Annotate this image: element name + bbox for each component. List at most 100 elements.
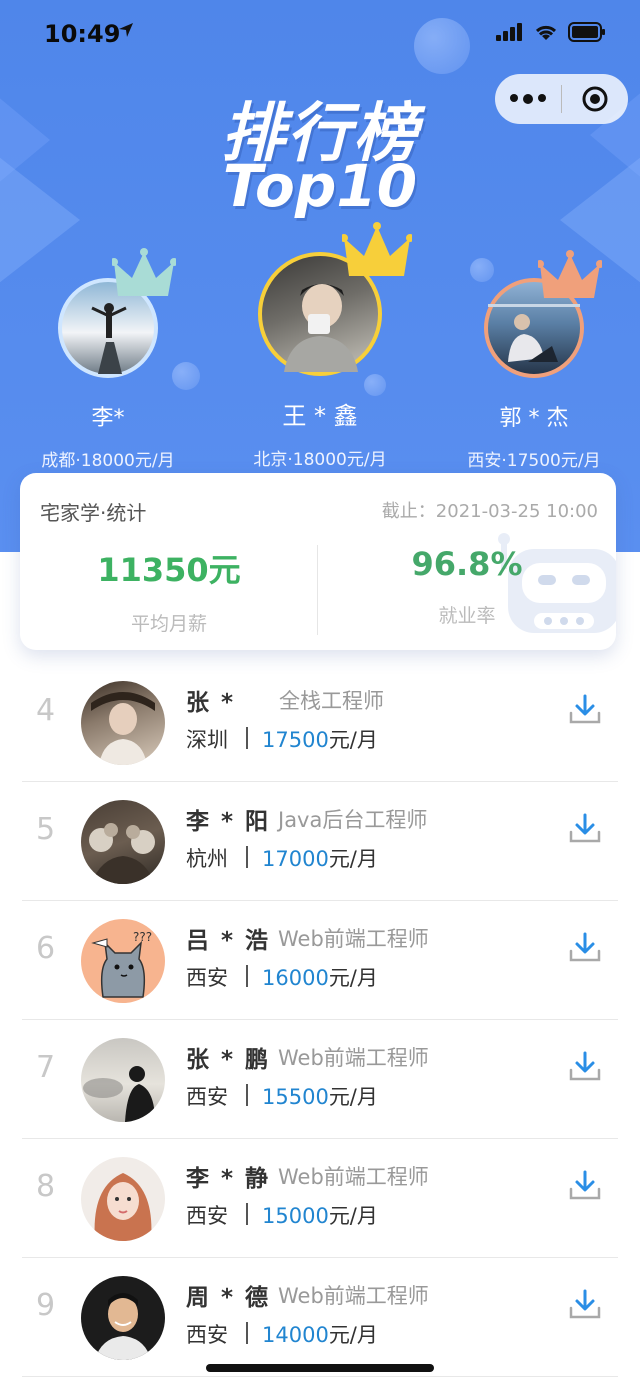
download-button[interactable] <box>568 1169 602 1207</box>
salary-unit: 元/月 <box>328 728 378 752</box>
salary-unit: 元/月 <box>328 1323 378 1347</box>
avatar <box>81 1276 165 1360</box>
download-icon <box>569 694 601 724</box>
list-item[interactable]: 4 张 * 全栈工程师 深圳 17500元/月 <box>22 663 618 782</box>
salary-value: 16000 <box>262 966 329 990</box>
download-button[interactable] <box>568 1050 602 1088</box>
city: 杭州 <box>186 847 228 871</box>
rank-number: 8 <box>36 1169 56 1204</box>
avg-salary-label: 平均月薪 <box>130 613 207 635</box>
rank-number: 6 <box>36 931 56 966</box>
podium-info: 成都·18000元/月 <box>41 451 175 471</box>
download-icon <box>569 932 601 962</box>
divider-bar <box>246 846 248 868</box>
city: 西安 <box>186 1204 228 1228</box>
divider-bar <box>246 965 248 987</box>
salary-value: 17000 <box>262 847 329 871</box>
avg-salary-stat: 11350元 平均月薪 <box>20 545 318 636</box>
salary-value: 17500 <box>262 728 329 752</box>
location-arrow-icon <box>118 22 134 42</box>
podium-second[interactable]: 李* 成都·18000元/月 <box>28 248 188 471</box>
download-button[interactable] <box>568 693 602 731</box>
podium-info: 北京·18000元/月 <box>253 450 387 470</box>
podium-name: 李* <box>91 406 125 431</box>
download-icon <box>569 1289 601 1319</box>
job-title: Web前端工程师 <box>278 1284 429 1308</box>
job-title: Web前端工程师 <box>278 1046 429 1070</box>
status-bar: 10:49 <box>0 0 640 70</box>
podium-third[interactable]: 郭 * 杰 西安·17500元/月 <box>454 250 614 471</box>
city: 西安 <box>186 1323 228 1347</box>
salary-unit: 元/月 <box>328 1085 378 1109</box>
ranking-header: 10:49 排行榜 Top10 李* 成都·18000元/月 王 * 鑫 北京·… <box>0 0 640 552</box>
stats-label: 宅家学·统计 <box>40 501 147 525</box>
user-name: 周 * 德 <box>186 1285 271 1311</box>
avatar <box>81 800 165 884</box>
rank-number: 4 <box>36 693 56 728</box>
list-item[interactable]: 8 李 * 静 Web前端工程师 西安 15000元/月 <box>22 1139 618 1258</box>
svg-text:???: ??? <box>133 930 152 944</box>
job-title: 全栈工程师 <box>279 689 384 713</box>
list-item[interactable]: 9 周 * 德 Web前端工程师 西安 14000元/月 <box>22 1258 618 1377</box>
employment-stat: 96.8% 就业率 <box>318 545 616 628</box>
download-button[interactable] <box>568 1288 602 1326</box>
avatar <box>81 1038 165 1122</box>
avatar: ??? <box>81 919 165 1003</box>
salary: 16000元/月 <box>262 962 378 992</box>
city: 西安 <box>186 966 228 990</box>
avatar <box>81 681 165 765</box>
podium-info: 西安·17500元/月 <box>467 451 601 471</box>
salary-value: 14000 <box>262 1323 329 1347</box>
wifi-icon <box>534 23 558 45</box>
salary: 14000元/月 <box>262 1319 378 1349</box>
list-item[interactable]: 6 ??? 吕 * 浩 Web前端工程师 西安 16000元/月 <box>22 901 618 1020</box>
divider-bar <box>246 1084 248 1106</box>
crown-icon <box>538 250 602 298</box>
status-time: 10:49 <box>44 20 121 48</box>
user-name: 李 * 阳 <box>186 809 271 835</box>
salary: 17000元/月 <box>262 843 378 873</box>
job-title: Java后台工程师 <box>278 808 428 832</box>
list-item[interactable]: 7 张 * 鹏 Web前端工程师 西安 15500元/月 <box>22 1020 618 1139</box>
home-indicator[interactable] <box>206 1364 434 1372</box>
user-name: 吕 * 浩 <box>186 928 271 954</box>
user-name: 张 * <box>186 690 236 716</box>
rank-number: 9 <box>36 1288 56 1323</box>
job-title: Web前端工程师 <box>278 1165 429 1189</box>
avg-salary-value: 11350元 <box>97 551 241 589</box>
avatar <box>81 1157 165 1241</box>
crown-icon <box>112 248 176 296</box>
salary: 15500元/月 <box>262 1081 378 1111</box>
list-item[interactable]: 5 李 * 阳 Java后台工程师 杭州 17000元/月 <box>22 782 618 901</box>
job-title: Web前端工程师 <box>278 927 429 951</box>
podium-name: 王 * 鑫 <box>282 402 358 430</box>
download-button[interactable] <box>568 931 602 969</box>
user-name: 李 * 静 <box>186 1166 271 1192</box>
salary-unit: 元/月 <box>328 1204 378 1228</box>
download-icon <box>569 1170 601 1200</box>
cellular-signal-icon <box>496 23 524 45</box>
employment-value: 96.8% <box>411 545 523 583</box>
page-subtitle: Top10 <box>222 152 418 220</box>
podium-name: 郭 * 杰 <box>499 406 569 431</box>
city: 西安 <box>186 1085 228 1109</box>
user-name: 张 * 鹏 <box>186 1047 271 1073</box>
podium-first[interactable]: 王 * 鑫 北京·18000元/月 <box>240 222 412 470</box>
battery-icon <box>568 22 606 46</box>
salary: 15000元/月 <box>262 1200 378 1230</box>
download-icon <box>569 1051 601 1081</box>
download-button[interactable] <box>568 812 602 850</box>
divider-bar <box>246 1203 248 1225</box>
salary-value: 15000 <box>262 1204 329 1228</box>
employment-label: 就业率 <box>438 605 496 627</box>
stats-date: 截止：2021-03-25 10:00 <box>381 501 598 522</box>
rank-number: 5 <box>36 812 56 847</box>
divider-bar <box>246 1322 248 1344</box>
salary-unit: 元/月 <box>328 847 378 871</box>
crown-icon <box>342 222 412 276</box>
salary-value: 15500 <box>262 1085 329 1109</box>
city: 深圳 <box>186 728 228 752</box>
salary-unit: 元/月 <box>328 966 378 990</box>
download-icon <box>569 813 601 843</box>
salary: 17500元/月 <box>262 724 378 754</box>
